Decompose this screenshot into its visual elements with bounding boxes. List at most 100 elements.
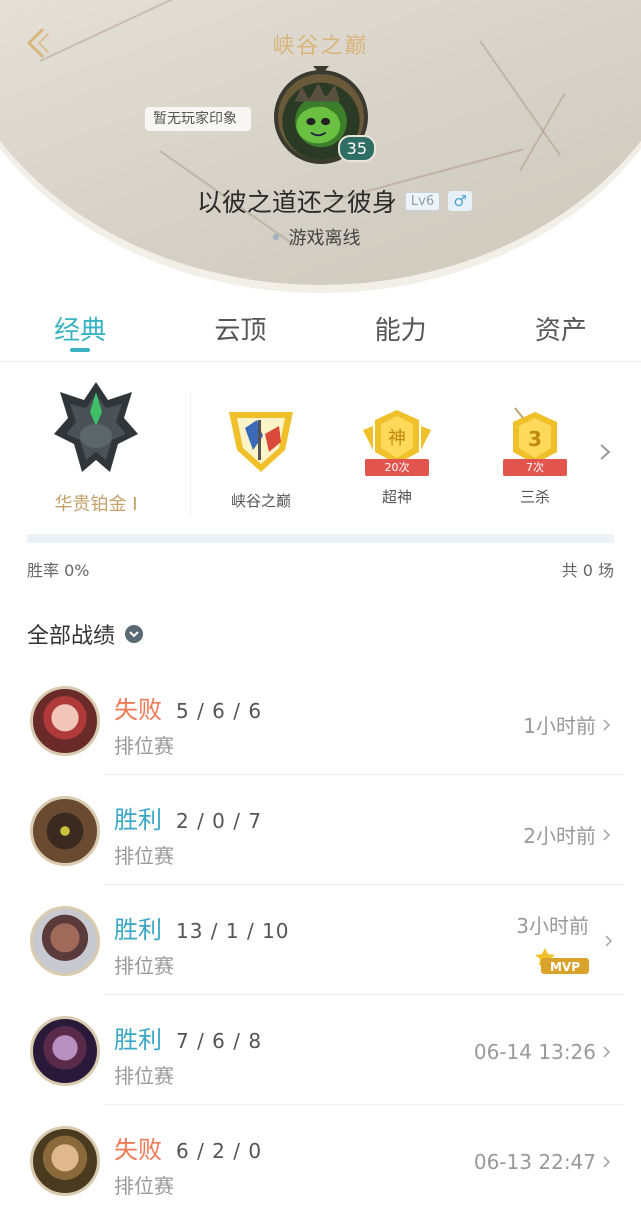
match-result-line: 胜利 13 / 1 / 10: [114, 910, 290, 945]
online-status: 游戏离线: [288, 228, 361, 249]
match-time-row: 2小时前: [523, 820, 611, 849]
online-status-row: 游戏离线: [0, 224, 641, 250]
match-time: 06-14 13:26: [473, 1040, 596, 1064]
badge-count: 20次: [365, 459, 429, 476]
rank-tier-name: 华贵铂金 I: [54, 494, 138, 515]
match-mode: 排位赛: [114, 1174, 174, 1198]
row-divider: [104, 774, 624, 775]
player-impression-tag[interactable]: 暂无玩家印象: [145, 107, 251, 131]
match-row[interactable]: 失败 5 / 6 / 6 排位赛 1小时前: [0, 670, 641, 780]
match-mode: 排位赛: [114, 954, 174, 978]
match-mode: 排位赛: [114, 734, 174, 758]
badge-peak[interactable]: 峡谷之巅: [216, 406, 306, 511]
match-time: 3小时前: [516, 914, 589, 938]
match-time-row: 06-14 13:26: [474, 1040, 611, 1064]
match-result-line: 失败 5 / 6 / 6: [114, 690, 262, 725]
tab-ability[interactable]: 能力: [321, 300, 481, 362]
male-gender-icon: ♂: [448, 191, 473, 211]
match-kda: 7 / 6 / 8: [176, 1029, 263, 1053]
match-mode: 排位赛: [114, 1064, 174, 1088]
match-time-row: 3小时前: [516, 910, 589, 939]
godlike-badge-icon: 神 20次: [359, 406, 435, 478]
badge-glyph: 神: [388, 428, 406, 449]
nickname-row: 以彼之道还之彼身 Lv6 ♂: [0, 183, 641, 219]
account-level-badge: 35: [337, 135, 376, 162]
match-result: 失败: [114, 1136, 162, 1164]
row-divider: [104, 994, 624, 995]
tab-tft[interactable]: 云顶: [160, 300, 320, 362]
chevron-right-icon: [603, 828, 611, 841]
row-divider: [104, 884, 624, 885]
peak-crest-icon: [229, 412, 293, 472]
match-row[interactable]: 胜利 7 / 6 / 8 排位赛 06-14 13:26: [0, 1000, 641, 1110]
rank-tier-block[interactable]: 华贵铂金 I: [28, 378, 164, 516]
match-row[interactable]: 失败 6 / 2 / 0 排位赛 06-13 22:47: [0, 1110, 641, 1208]
match-mode: 排位赛: [114, 844, 174, 868]
tab-label: 资产: [534, 316, 587, 346]
badge-label: 超神: [381, 488, 412, 506]
badge-godlike[interactable]: 神 20次 超神: [352, 406, 442, 507]
profile-header: 峡谷之巅 暂无玩家印象 35 以彼之道还之彼身 Lv6 ♂ 游戏离线: [0, 0, 641, 300]
chevron-down-icon: [125, 625, 144, 643]
match-kda: 6 / 2 / 0: [176, 1139, 263, 1163]
champion-avatar: [30, 906, 100, 976]
mvp-badge-icon: MVP: [535, 948, 589, 974]
match-kda: 13 / 1 / 10: [176, 919, 290, 943]
match-result: 胜利: [114, 916, 162, 944]
match-row[interactable]: 胜利 2 / 0 / 7 排位赛 2小时前: [0, 780, 641, 890]
profile-page: 峡谷之巅 暂无玩家印象 35 以彼之道还之彼身 Lv6 ♂ 游戏离线 经典 云顶…: [0, 0, 641, 1208]
tab-label: 经典: [54, 316, 107, 346]
champion-avatar: [30, 1016, 100, 1086]
champion-avatar: [30, 686, 100, 756]
rank-divider: [190, 392, 191, 516]
tab-classic[interactable]: 经典: [0, 300, 160, 362]
match-result-line: 胜利 7 / 6 / 8: [114, 1020, 262, 1055]
badge-label: 峡谷之巅: [230, 492, 291, 510]
match-result-line: 失败 6 / 2 / 0: [114, 1130, 262, 1165]
chevron-right-icon: [603, 718, 611, 731]
tab-assets[interactable]: 资产: [481, 300, 641, 362]
page-title: 峡谷之巅: [272, 34, 369, 59]
badge-label: 三杀: [519, 488, 550, 506]
champion-avatar: [30, 1126, 100, 1196]
badge-count: 7次: [503, 459, 567, 476]
match-result-line: 胜利 2 / 0 / 7: [114, 800, 262, 835]
platinum-rank-crest-icon: [54, 382, 138, 472]
match-history-title: 全部战绩: [27, 624, 116, 649]
champion-avatar: [30, 796, 100, 866]
vip-level-tag: Lv6: [404, 191, 441, 211]
badge-glyph: 3: [528, 427, 542, 451]
total-games-text: 共 0 场: [561, 561, 614, 580]
match-time-row: 1小时前: [523, 710, 611, 739]
match-time: 06-13 22:47: [473, 1150, 596, 1174]
win-rate-text: 胜率 0%: [27, 561, 90, 580]
match-history-filter[interactable]: 全部战绩: [27, 618, 144, 650]
player-nickname: 以彼之道还之彼身: [196, 188, 397, 217]
match-time: 1小时前: [523, 714, 596, 738]
match-result: 胜利: [114, 806, 162, 834]
avatar-frame-notch-icon: [313, 66, 329, 75]
chevron-right-icon: [603, 1046, 611, 1058]
active-tab-indicator: [70, 348, 91, 352]
badge-triple-kill[interactable]: 3 7次 三杀: [490, 406, 580, 507]
rank-summary: 华贵铂金 I 峡谷之巅 神 20次 超神 3 7次 三杀: [0, 362, 641, 532]
win-rate-bar: [27, 534, 614, 543]
chevron-right-icon[interactable]: [598, 442, 612, 462]
match-time-row: 06-13 22:47: [474, 1150, 611, 1174]
triple-kill-badge-icon: 3 7次: [497, 406, 573, 478]
tab-label: 能力: [374, 316, 427, 346]
status-dot-icon: [272, 234, 279, 240]
chevron-right-icon: [603, 1156, 611, 1168]
match-result: 失败: [114, 696, 162, 724]
match-kda: 5 / 6 / 6: [176, 699, 263, 723]
mvp-label: MVP: [550, 960, 580, 974]
match-time: 2小时前: [523, 824, 596, 848]
game-mode-tabs: 经典 云顶 能力 资产: [0, 300, 641, 362]
match-kda: 2 / 0 / 7: [176, 809, 263, 833]
chevron-right-icon: [605, 935, 613, 947]
match-row[interactable]: 胜利 13 / 1 / 10 排位赛 3小时前 MVP: [0, 890, 641, 1000]
match-result: 胜利: [114, 1026, 162, 1054]
row-divider: [104, 1104, 624, 1105]
tab-label: 云顶: [214, 316, 267, 346]
player-avatar[interactable]: 35: [274, 66, 376, 164]
